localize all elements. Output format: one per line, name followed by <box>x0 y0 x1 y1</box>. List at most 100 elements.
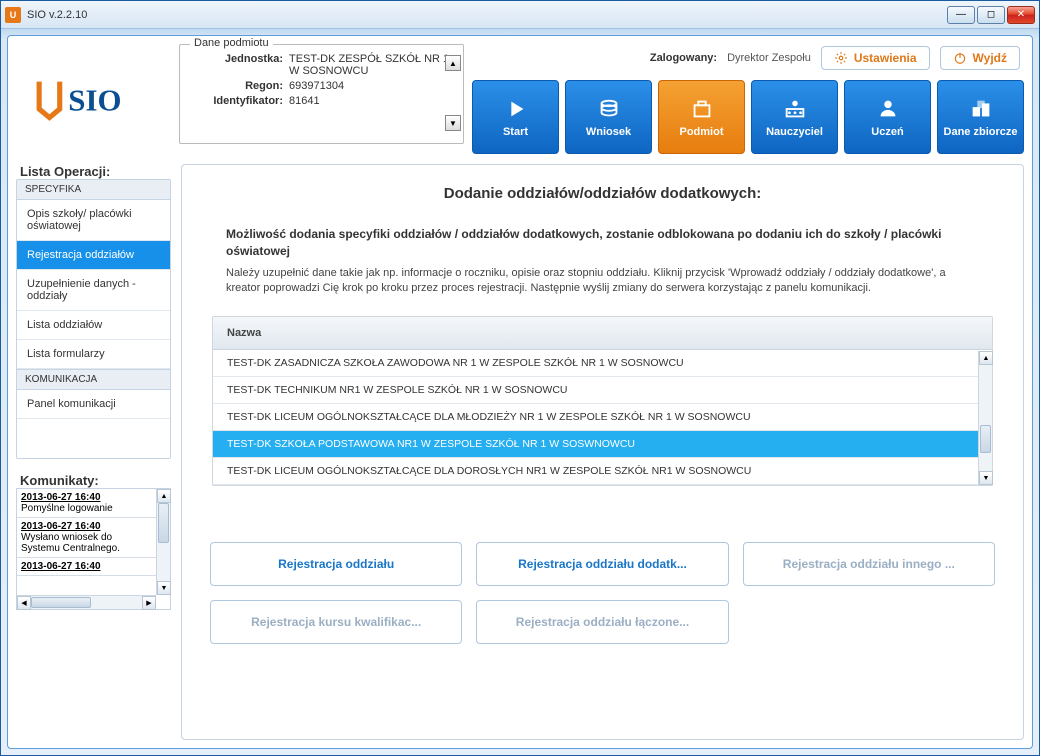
svg-text:SIO: SIO <box>68 84 121 118</box>
window-controls: — ◻ ✕ <box>947 6 1035 24</box>
scroll-down-icon[interactable]: ▼ <box>979 471 993 485</box>
messages-list: 2013-06-27 16:40Pomyślne logowanie2013-0… <box>17 489 156 595</box>
message-timestamp: 2013-06-27 16:40 <box>21 492 101 503</box>
nav-tile-uczen[interactable]: Uczeń <box>844 80 931 154</box>
operations-title: Lista Operacji: <box>16 164 171 179</box>
sio-logo-icon: SIO <box>34 73 154 124</box>
minimize-button[interactable]: — <box>947 6 975 24</box>
nav-label: Start <box>503 126 528 138</box>
start-icon <box>503 96 529 122</box>
entity-unit-label: Jednostka: <box>188 53 283 77</box>
schools-table: Nazwa TEST-DK ZASADNICZA SZKOŁA ZAWODOWA… <box>212 316 993 486</box>
message-item: 2013-06-27 16:40Pomyślne logowanie <box>17 489 156 518</box>
entity-panel: Dane podmiotu Jednostka: TEST-DK ZESPÓŁ … <box>179 44 464 154</box>
user-row: Zalogowany: Dyrektor Zespołu Ustawienia … <box>472 44 1024 72</box>
settings-button[interactable]: Ustawienia <box>821 46 930 70</box>
scroll-up-icon[interactable]: ▲ <box>157 489 171 503</box>
nav-tile-start[interactable]: Start <box>472 80 559 154</box>
wniosek-icon <box>596 96 622 122</box>
page-title: Dodanie oddziałów/oddziałów dodatkowych: <box>202 179 1003 226</box>
table-row[interactable]: TEST-DK LICEUM OGÓLNOKSZTAŁCĄCE DLA MŁOD… <box>213 404 992 431</box>
table-row[interactable]: TEST-DK LICEUM OGÓLNOKSZTAŁCĄCE DLA DORO… <box>213 458 992 485</box>
action-button[interactable]: Rejestracja oddziału dodatk... <box>476 542 728 586</box>
nav-label: Nauczyciel <box>766 126 823 138</box>
app-icon: U <box>5 7 21 23</box>
message-text: Wysłano wniosek do Systemu Centralnego. <box>21 532 120 554</box>
nav-tile-podmiot[interactable]: Podmiot <box>658 80 745 154</box>
action-buttons: Rejestracja oddziału Rejestracja oddziału… <box>202 542 1003 644</box>
table-row[interactable]: TEST-DK SZKOŁA PODSTAWOWA NR1 W ZESPOLE … <box>213 431 992 458</box>
app-frame: SIO Dane podmiotu Jednostka: TEST-DK ZES… <box>7 35 1033 749</box>
app-window: U SIO v.2.2.10 — ◻ ✕ SIO Dane podmiotu J… <box>0 0 1040 756</box>
message-item: 2013-06-27 16:40Wysłano wniosek do Syste… <box>17 518 156 558</box>
logged-in-user: Dyrektor Zespołu <box>727 52 811 64</box>
gear-icon <box>834 51 848 65</box>
logout-label: Wyjdź <box>973 51 1007 65</box>
body-section: Lista Operacji: SPECYFIKAOpis szkoły/ pl… <box>16 164 1024 740</box>
window-title: SIO v.2.2.10 <box>27 9 947 21</box>
messages-box: 2013-06-27 16:40Pomyślne logowanie2013-0… <box>16 488 171 610</box>
action-button: Rejestracja oddziału łączone... <box>476 600 728 644</box>
op-section-header: KOMUNIKACJA <box>17 369 170 390</box>
entity-down-button[interactable]: ▼ <box>445 115 461 131</box>
table-body: TEST-DK ZASADNICZA SZKOŁA ZAWODOWA NR 1 … <box>213 350 992 485</box>
table-vscrollbar[interactable]: ▲ ▼ <box>978 351 992 485</box>
table-row[interactable]: TEST-DK ZASADNICZA SZKOŁA ZAWODOWA NR 1 … <box>213 350 992 377</box>
main-panel: Dodanie oddziałów/oddziałów dodatkowych:… <box>181 164 1024 740</box>
intro-block: Możliwość dodania specyfiki oddziałów / … <box>202 226 1003 296</box>
op-item[interactable]: Lista oddziałów <box>17 311 170 340</box>
nav-tile-wniosek[interactable]: Wniosek <box>565 80 652 154</box>
op-section-header: SPECYFIKA <box>17 180 170 200</box>
power-icon <box>953 51 967 65</box>
header-section: SIO Dane podmiotu Jednostka: TEST-DK ZES… <box>16 44 1024 154</box>
table-header-name: Nazwa <box>213 317 992 350</box>
op-item[interactable]: Panel komunikacji <box>17 390 170 419</box>
op-item[interactable]: Rejestracja oddziałów <box>17 241 170 270</box>
nav-tile-danezbiorcze[interactable]: Dane zbiorcze <box>937 80 1024 154</box>
scroll-left-icon[interactable]: ◀ <box>17 596 31 610</box>
intro-body: Należy uzupełnić dane takie jak np. info… <box>226 266 979 297</box>
nav-label: Uczeń <box>871 126 903 138</box>
message-item: 2013-06-27 16:40 <box>17 558 156 576</box>
op-item[interactable]: Opis szkoły/ placówki oświatowej <box>17 200 170 241</box>
nauczyciel-icon <box>782 96 808 122</box>
nav-tile-nauczyciel[interactable]: Nauczyciel <box>751 80 838 154</box>
scroll-down-icon[interactable]: ▼ <box>157 581 171 595</box>
logged-in-label: Zalogowany: <box>650 52 717 64</box>
action-button: Rejestracja kursu kwalifikac... <box>210 600 462 644</box>
close-button[interactable]: ✕ <box>1007 6 1035 24</box>
entity-unit-value: TEST-DK ZESPÓŁ SZKÓŁ NR 1 W SOSNOWCU <box>289 53 455 77</box>
op-item[interactable]: Lista formularzy <box>17 340 170 369</box>
titlebar: U SIO v.2.2.10 — ◻ ✕ <box>1 1 1039 29</box>
settings-label: Ustawienia <box>854 51 917 65</box>
nav-label: Podmiot <box>680 126 724 138</box>
scroll-up-icon[interactable]: ▲ <box>979 351 993 365</box>
header-right: Zalogowany: Dyrektor Zespołu Ustawienia … <box>472 44 1024 154</box>
action-button[interactable]: Rejestracja oddziału <box>210 542 462 586</box>
entity-id-value: 81641 <box>289 95 455 107</box>
danezbiorcze-icon <box>968 96 994 122</box>
message-text: Pomyślne logowanie <box>21 503 113 514</box>
podmiot-icon <box>689 96 715 122</box>
messages-title: Komunikaty: <box>16 473 171 488</box>
logo: SIO <box>16 44 171 154</box>
messages-hscrollbar[interactable]: ◀ ▶ <box>17 595 156 609</box>
entity-regon-value: 693971304 <box>289 80 455 92</box>
entity-regon-label: Regon: <box>188 80 283 92</box>
maximize-button[interactable]: ◻ <box>977 6 1005 24</box>
uczen-icon <box>875 96 901 122</box>
table-row[interactable]: TEST-DK TECHNIKUM NR1 W ZESPOLE SZKÓŁ NR… <box>213 377 992 404</box>
message-timestamp: 2013-06-27 16:40 <box>21 561 101 572</box>
message-timestamp: 2013-06-27 16:40 <box>21 521 101 532</box>
nav-label: Wniosek <box>586 126 631 138</box>
scroll-right-icon[interactable]: ▶ <box>142 596 156 610</box>
messages-vscrollbar[interactable]: ▲ ▼ <box>156 489 170 595</box>
operations-list: SPECYFIKAOpis szkoły/ placówki oświatowe… <box>16 179 171 459</box>
op-item[interactable]: Uzupełnienie danych - oddziały <box>17 270 170 311</box>
left-column: Lista Operacji: SPECYFIKAOpis szkoły/ pl… <box>16 164 171 740</box>
entity-id-label: Identyfikator: <box>188 95 283 107</box>
logout-button[interactable]: Wyjdź <box>940 46 1020 70</box>
nav-tiles: Start Wniosek Podmiot Nauczyciel Uczeń Dane z… <box>472 80 1024 154</box>
entity-legend: Dane podmiotu <box>190 37 273 49</box>
entity-up-button[interactable]: ▲ <box>445 55 461 71</box>
